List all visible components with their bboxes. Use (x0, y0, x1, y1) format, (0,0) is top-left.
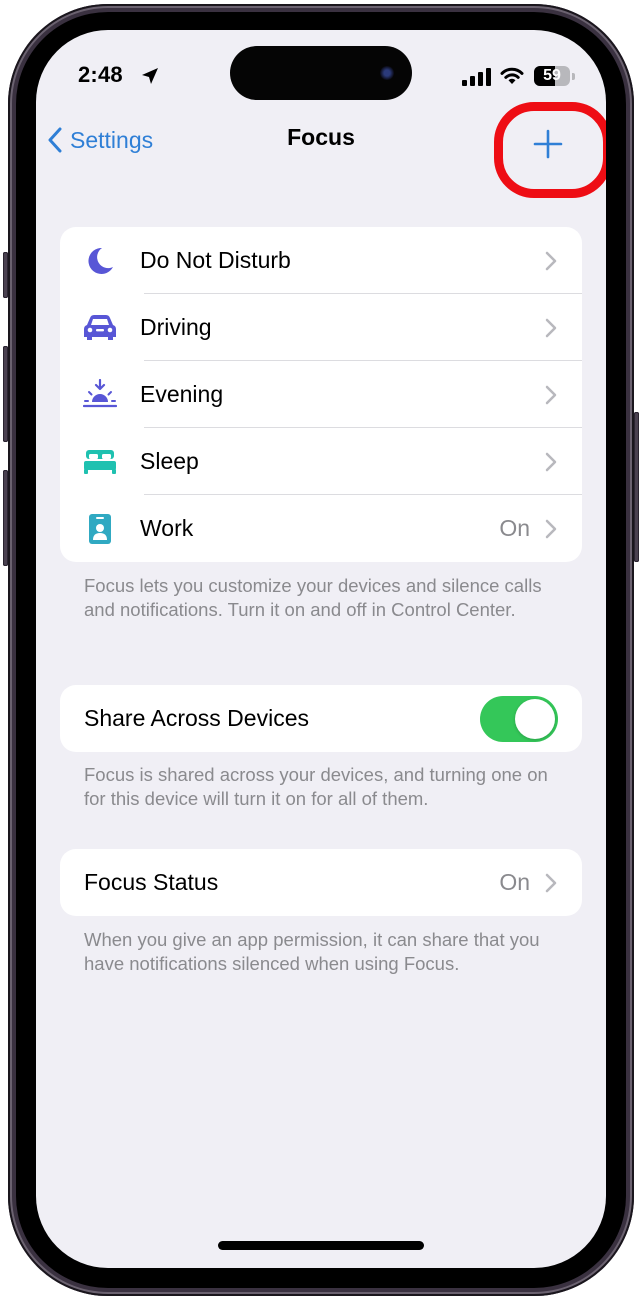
focus-mode-sleep[interactable]: Sleep (60, 428, 582, 495)
id-badge-icon (80, 509, 120, 549)
share-across-devices-group: Share Across Devices (60, 685, 582, 752)
focus-mode-work[interactable]: Work On (60, 495, 582, 562)
volume-down-button (3, 470, 8, 566)
status-time: 2:48 (78, 62, 123, 87)
chevron-right-icon (545, 385, 557, 404)
row-label: Driving (140, 314, 212, 340)
car-icon (80, 308, 120, 348)
share-across-devices-footer: Focus is shared across your devices, and… (84, 764, 548, 809)
focus-mode-evening[interactable]: Evening (60, 361, 582, 428)
plus-icon (533, 129, 563, 159)
focus-mode-driving[interactable]: Driving (60, 294, 582, 361)
row-label: Evening (140, 381, 224, 407)
page-title: Focus (287, 124, 355, 150)
sunset-icon (80, 375, 120, 415)
cellular-signal-icon (462, 68, 491, 86)
row-label: Work (140, 515, 194, 541)
wifi-icon (500, 67, 524, 84)
row-label: Share Across Devices (84, 705, 309, 731)
toggle-knob (515, 698, 555, 739)
chevron-right-icon (545, 251, 557, 270)
battery-percent: 59 (543, 67, 561, 84)
action-button (3, 252, 8, 298)
focus-modes-footer: Focus lets you customize your devices an… (84, 575, 542, 620)
focus-status-row[interactable]: Focus Status On (60, 849, 582, 916)
volume-up-button (3, 346, 8, 442)
share-across-devices-row: Share Across Devices (60, 685, 582, 752)
chevron-right-icon (545, 519, 557, 538)
battery-tip (572, 73, 575, 80)
chevron-right-icon (545, 452, 557, 471)
share-across-devices-toggle[interactable] (480, 695, 558, 742)
focus-mode-do-not-disturb[interactable]: Do Not Disturb (60, 227, 582, 294)
row-value: On (499, 515, 530, 541)
row-value: On (499, 869, 530, 895)
focus-status-footer: When you give an app permission, it can … (84, 929, 540, 974)
chevron-right-icon (545, 873, 557, 892)
row-label: Sleep (140, 448, 199, 474)
battery-icon: 59 (534, 66, 570, 86)
power-button (634, 412, 639, 562)
focus-modes-list: Do Not Disturb Driving Evening Sleep Wor… (60, 227, 582, 562)
dynamic-island (230, 46, 412, 100)
chevron-right-icon (545, 318, 557, 337)
focus-status-group: Focus Status On (60, 849, 582, 916)
row-label: Focus Status (84, 869, 219, 895)
bed-icon (80, 442, 120, 482)
row-label: Do Not Disturb (140, 247, 291, 273)
screen: 2:48 59 Settings Focus Do Not Disturb Dr… (36, 30, 606, 1268)
add-focus-button[interactable] (526, 122, 570, 166)
location-arrow-icon (142, 68, 158, 84)
home-indicator[interactable] (218, 1241, 424, 1250)
front-camera (380, 66, 394, 80)
moon-icon (80, 241, 120, 281)
